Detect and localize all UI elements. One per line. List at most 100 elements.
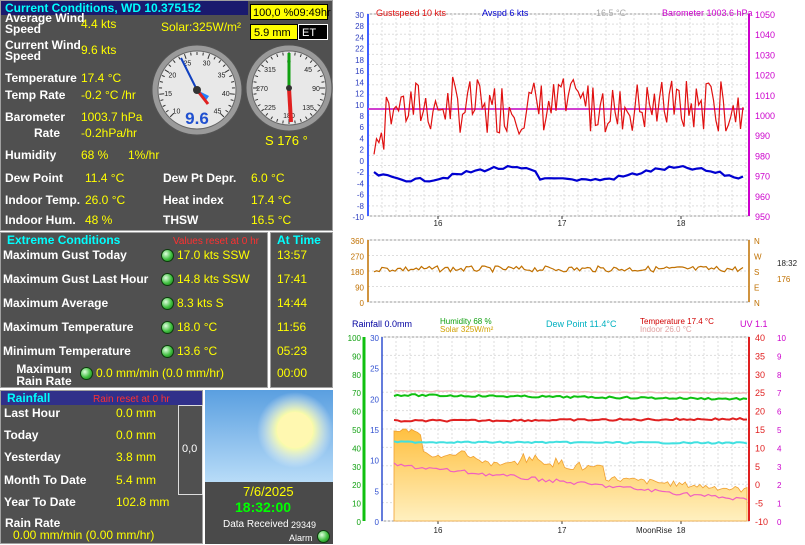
status-date: 7/6/2025: [243, 485, 294, 499]
graph3-temp-tick: 10: [755, 443, 765, 453]
avg-wind-label: Average Wind Speed: [5, 13, 85, 35]
graph1-left-tick: 6: [360, 123, 365, 132]
temp-rate-value: -0.2 °C /hr: [81, 88, 136, 102]
graph1-left-tick: 24: [355, 33, 364, 42]
graph3-temp-tick: -10: [755, 517, 768, 527]
graph2-compass-tick: S: [754, 268, 759, 277]
graph1-legend-avg: Avspd 6 kts: [482, 8, 529, 18]
graph3-temp-tick: 0: [755, 480, 760, 490]
graph2-left-tick: 180: [351, 268, 365, 277]
extreme-time: 11:56: [277, 320, 306, 334]
graph1-left-tick: 22: [355, 45, 364, 54]
wind-dial-tick: 40: [222, 91, 230, 98]
data-received-count: 29349: [291, 518, 316, 532]
graph1-left-tick: 14: [355, 78, 364, 87]
graph3-x-tick: 18: [677, 526, 686, 535]
wind-dial-tick: 20: [169, 73, 177, 80]
extreme-value: 14.8 kts SSW: [177, 272, 250, 286]
graph2-compass-tick: E: [754, 284, 759, 293]
extreme-value: 8.3 kts S: [177, 296, 224, 310]
wind-barometer-graph: 30282422181614121086420-2-4-6-8-10105010…: [336, 4, 805, 230]
graph1-left-tick: 18: [355, 56, 364, 65]
extreme-indicator-led: [161, 273, 174, 286]
graph3-temp-tick: 35: [755, 351, 765, 361]
graph3-rain-tick: 30: [370, 334, 379, 343]
extreme-reset-note: Values reset at 0 hr: [173, 235, 259, 249]
graph3-temp-tick: 20: [755, 407, 765, 417]
graph3-legend-indoor: Indoor 26.0 °C: [640, 325, 692, 334]
at-time-title: At Time: [277, 233, 321, 247]
temperature-label: Temperature: [5, 71, 77, 85]
graph3-temp-tick: 5: [755, 462, 760, 472]
graph3-rain-tick: 20: [370, 395, 379, 404]
graph3-uv-tick: 7: [777, 389, 782, 398]
baro-rate-value: -0.2hPa/hr: [81, 126, 137, 140]
graph2-time: 18:32: [777, 259, 798, 268]
graph1-right-tick: 1030: [755, 50, 775, 60]
graph3-x-tick: 17: [558, 526, 567, 535]
graph3-uv-tick: 6: [777, 408, 782, 417]
wind-dial-tick: 30: [203, 61, 211, 68]
dir-dial-tick: 90: [312, 86, 320, 93]
graph3-humidity-tick: 90: [352, 352, 361, 361]
extreme-title: Extreme Conditions: [7, 233, 120, 247]
graph1-right-tick: 980: [755, 151, 770, 161]
graph1-right-tick: 960: [755, 192, 770, 202]
graph3-uv-tick: 10: [777, 334, 786, 343]
wind-dial-tick: 15: [164, 91, 172, 98]
graph1-left-tick: -2: [357, 168, 365, 177]
graph2-direction-value: 176: [777, 275, 791, 284]
alarm-led[interactable]: [317, 530, 330, 543]
solar-readout: Solar:325W/m²: [161, 20, 241, 34]
dir-dial-tick: 315: [264, 67, 276, 74]
current-conditions-panel: Current Conditions, WD 10.375152 100,0 %…: [0, 0, 333, 231]
time-box: 100,0 %09:49hr: [250, 4, 328, 20]
graph1-right-tick: 1020: [755, 71, 775, 81]
graph2-compass-tick: N: [754, 299, 760, 308]
graph3-humidity-tick: 100: [348, 334, 362, 343]
rainfall-title: Rainfall: [7, 391, 50, 405]
alarm-label: Alarm: [289, 531, 313, 545]
rainfall-value: 102.8 mm: [116, 495, 169, 509]
graph3-rain-tick: 25: [370, 365, 379, 374]
extreme-value: 0.0 mm/min (0.0 mm/hr): [96, 366, 224, 380]
dew-point-value: 11.4 °C: [85, 171, 124, 185]
extreme-value: 17.0 kts SSW: [177, 248, 250, 262]
extreme-value: 13.6 °C: [177, 344, 217, 358]
dir-dial-tick: 45: [304, 67, 312, 74]
rainfall-value: 0.0 mm: [116, 428, 156, 442]
graph3-temp-tick: 25: [755, 388, 765, 398]
extreme-time: 05:23: [277, 344, 307, 358]
graph2-left-tick: 0: [360, 299, 365, 308]
graph3-x-tick: 16: [434, 526, 443, 535]
graph1-right-tick: 950: [755, 212, 770, 222]
graph1-right-tick: 1000: [755, 111, 775, 121]
graph1-left-tick: -10: [352, 213, 364, 222]
rain-reset-note: Rain reset at 0 hr: [93, 393, 170, 407]
extreme-indicator-led: [161, 249, 174, 262]
current-wind-value: 9.6 kts: [81, 43, 116, 57]
graph1-left-tick: 30: [355, 11, 364, 20]
graph1-legend-baro: Barometer 1003.6 hPa: [662, 8, 753, 18]
extreme-indicator-led: [161, 321, 174, 334]
status-panel: 7/6/2025 18:32:00 Data Received 29349 Al…: [205, 390, 333, 544]
rainfall-value: 3.8 mm: [116, 450, 156, 464]
graph3-legend-rain: Rainfall 0.0mm: [352, 319, 412, 329]
temperature-value: 17.4 °C: [81, 71, 121, 85]
sun-icon: [205, 390, 333, 482]
rain-rate-value: 0.00 mm/min (0.00 mm/hr): [13, 528, 154, 542]
data-received-label: Data Received: [223, 518, 289, 532]
graph1-right-tick: 970: [755, 172, 770, 182]
graph3-rain-tick: 10: [370, 457, 379, 466]
graph3-uv-tick: 1: [777, 500, 782, 509]
rainfall-label: Month To Date: [4, 473, 86, 487]
rainfall-label: Year To Date: [4, 495, 76, 509]
temp-rate-label: Temp Rate: [5, 88, 65, 102]
graph1-left-tick: 10: [355, 101, 364, 110]
indoor-hum-value: 48 %: [85, 213, 112, 227]
graph3-uv-tick: 4: [777, 444, 782, 453]
graph1-left-tick: -4: [357, 179, 365, 188]
extreme-time: 14:44: [277, 296, 307, 310]
indoor-temp-label: Indoor Temp.: [5, 193, 80, 207]
graph3-temp-tick: -5: [755, 499, 763, 509]
